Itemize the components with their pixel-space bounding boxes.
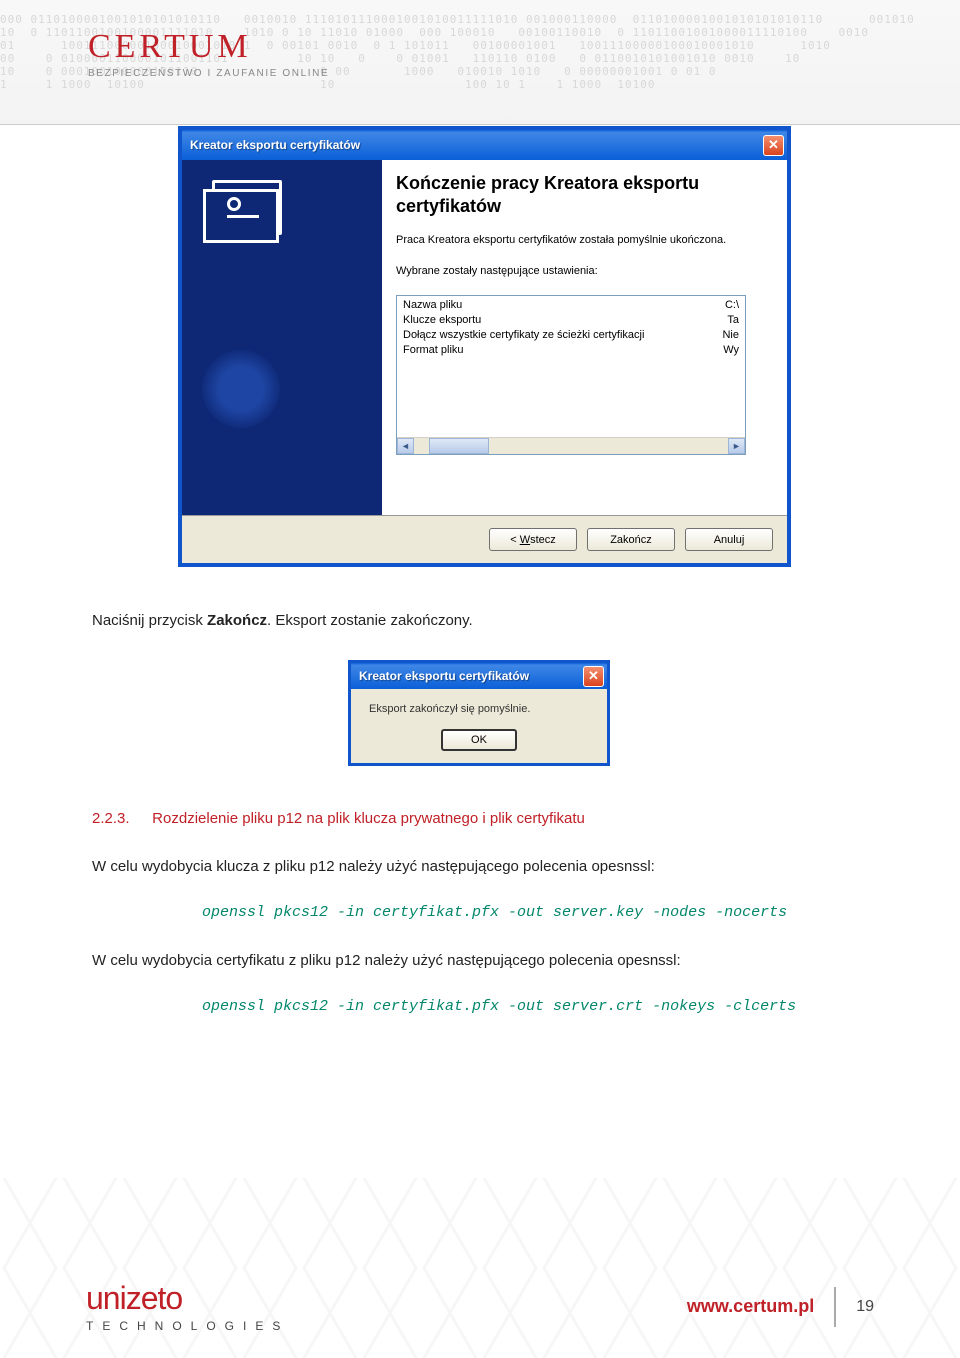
list-item: Nazwa pliku C:\ <box>399 298 743 313</box>
code-line: openssl pkcs12 -in certyfikat.pfx -out s… <box>202 998 796 1015</box>
export-wizard-window: Kreator eksportu certyfikatów ✕ Kończeni… <box>178 126 791 567</box>
setting-key: Klucze eksportu <box>403 313 481 328</box>
brand-tagline: BEZPIECZEŃSTWO I ZAUFANIE ONLINE <box>88 68 329 79</box>
wizard-titlebar: Kreator eksportu certyfikatów ✕ <box>182 130 787 160</box>
wizard-settings-label: Wybrane zostały następujące ustawienia: <box>396 264 769 279</box>
certum-logo: CERTUM BEZPIECZEŃSTWO I ZAUFANIE ONLINE <box>88 28 329 79</box>
messagebox-text: Eksport zakończył się pomyślnie. <box>365 703 593 715</box>
wizard-title: Kreator eksportu certyfikatów <box>190 138 360 152</box>
page-footer: unizeto TECHNOLOGIES www.certum.pl 19 <box>0 1280 960 1333</box>
scroll-track[interactable] <box>414 438 728 454</box>
section-number: 2.2.3. <box>92 810 148 827</box>
setting-key: Nazwa pliku <box>403 298 462 313</box>
certificate-icon <box>212 180 282 235</box>
paragraph: W celu wydobycia certyfikatu z pliku p12… <box>92 950 868 972</box>
unizeto-logo: unizeto TECHNOLOGIES <box>86 1280 289 1333</box>
setting-key: Dołącz wszystkie certyfikaty ze ścieżki … <box>403 328 644 343</box>
messagebox-title: Kreator eksportu certyfikatów <box>359 669 529 683</box>
code-line: openssl pkcs12 -in certyfikat.pfx -out s… <box>202 904 787 921</box>
horizontal-scrollbar[interactable]: ◄ ► <box>397 437 745 454</box>
back-button[interactable]: < Wstecz <box>489 528 577 551</box>
footer-right: www.certum.pl 19 <box>687 1287 874 1327</box>
instruction-text: Naciśnij przycisk Zakończ. Eksport zosta… <box>92 612 473 629</box>
list-item: Klucze eksportu Ta <box>399 313 743 328</box>
list-item: Dołącz wszystkie certyfikaty ze ścieżki … <box>399 328 743 343</box>
setting-value: C:\ <box>715 298 739 313</box>
section-title: Rozdzielenie pliku p12 na plik klucza pr… <box>152 810 585 827</box>
close-icon[interactable]: ✕ <box>763 135 784 156</box>
footer-separator <box>834 1287 836 1327</box>
setting-value: Ta <box>717 313 739 328</box>
setting-key: Format pliku <box>403 343 464 358</box>
section-heading: 2.2.3. Rozdzielenie pliku p12 na plik kl… <box>92 810 585 827</box>
list-item: Format pliku Wy <box>399 343 743 358</box>
setting-value: Nie <box>712 328 739 343</box>
wizard-heading: Kończenie pracy Kreatora eksportu certyf… <box>396 172 769 217</box>
cancel-button[interactable]: Anuluj <box>685 528 773 551</box>
scroll-thumb[interactable] <box>429 438 489 454</box>
footer-url: www.certum.pl <box>687 1296 814 1317</box>
success-messagebox: Kreator eksportu certyfikatów ✕ Eksport … <box>348 660 610 766</box>
wizard-footer: < Wstecz Zakończ Anuluj <box>182 516 787 563</box>
close-icon[interactable]: ✕ <box>583 666 604 687</box>
wizard-body: Kończenie pracy Kreatora eksportu certyf… <box>182 160 787 516</box>
messagebox-titlebar: Kreator eksportu certyfikatów ✕ <box>351 663 607 689</box>
footer-brand: unizeto <box>86 1280 289 1317</box>
scroll-right-button[interactable]: ► <box>728 438 745 454</box>
setting-value: Wy <box>713 343 739 358</box>
seal-icon <box>202 350 280 428</box>
settings-listbox[interactable]: Nazwa pliku C:\ Klucze eksportu Ta Dołąc… <box>396 295 746 455</box>
ok-button[interactable]: OK <box>441 729 517 751</box>
finish-button[interactable]: Zakończ <box>587 528 675 551</box>
wizard-main: Kończenie pracy Kreatora eksportu certyf… <box>382 160 787 515</box>
footer-brand-tag: TECHNOLOGIES <box>86 1319 289 1333</box>
page-number: 19 <box>856 1298 874 1316</box>
brand-name: CERTUM <box>88 28 329 66</box>
paragraph: W celu wydobycia klucza z pliku p12 nale… <box>92 856 868 878</box>
wizard-side-graphic <box>182 160 382 515</box>
wizard-done-text: Praca Kreatora eksportu certyfikatów zos… <box>396 233 769 248</box>
scroll-left-button[interactable]: ◄ <box>397 438 414 454</box>
